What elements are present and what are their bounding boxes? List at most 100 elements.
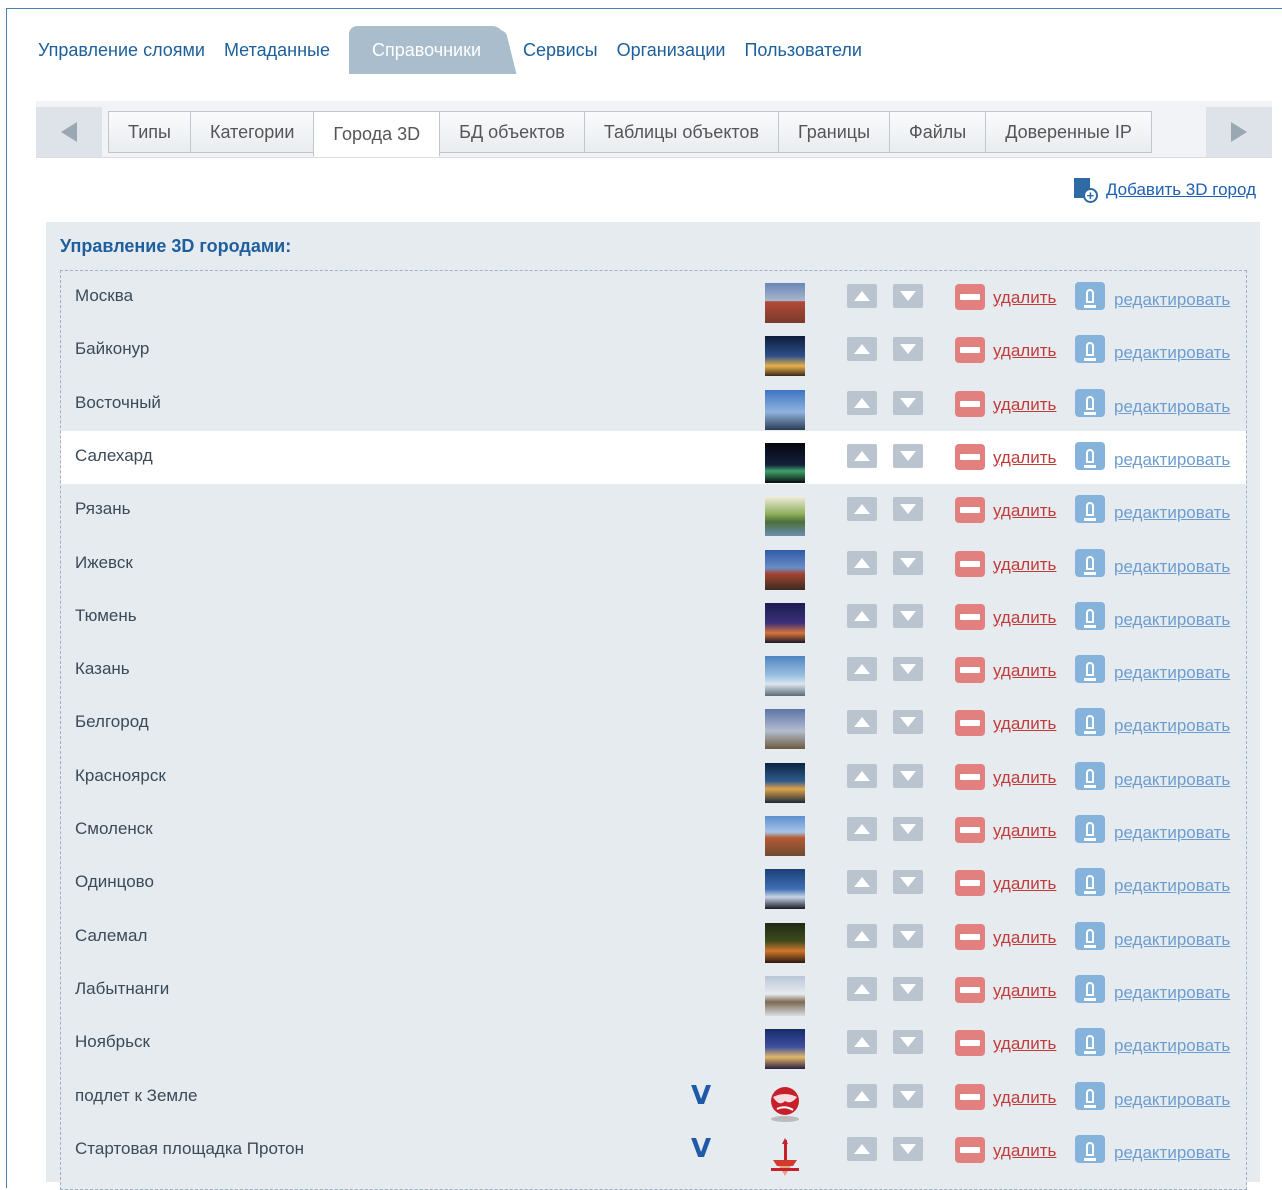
- delete-link[interactable]: удалить: [993, 714, 1056, 734]
- delete-link[interactable]: удалить: [993, 501, 1056, 521]
- edit-pen-icon[interactable]: [1075, 868, 1105, 897]
- delete-icon[interactable]: [955, 337, 985, 364]
- move-up-button[interactable]: [847, 497, 877, 522]
- edit-link[interactable]: редактировать: [1114, 610, 1230, 630]
- edit-pen-icon[interactable]: [1075, 815, 1105, 843]
- delete-icon[interactable]: [955, 657, 985, 684]
- move-up-button[interactable]: [847, 763, 877, 788]
- move-up-button[interactable]: [847, 923, 877, 948]
- edit-pen-icon[interactable]: [1075, 1028, 1105, 1057]
- topnav-item[interactable]: Сервисы: [523, 40, 598, 61]
- delete-link[interactable]: удалить: [993, 768, 1056, 788]
- edit-pen-icon[interactable]: [1075, 282, 1105, 310]
- move-up-button[interactable]: [847, 657, 877, 682]
- delete-link[interactable]: удалить: [993, 608, 1056, 628]
- edit-link[interactable]: редактировать: [1114, 930, 1230, 950]
- move-down-button[interactable]: [893, 817, 923, 841]
- edit-pen-icon[interactable]: [1075, 921, 1105, 950]
- tab[interactable]: Таблицы объектов: [583, 111, 780, 153]
- delete-link[interactable]: удалить: [993, 555, 1056, 575]
- delete-link[interactable]: удалить: [993, 288, 1056, 308]
- edit-link[interactable]: редактировать: [1114, 557, 1230, 577]
- tab[interactable]: Границы: [778, 111, 891, 153]
- delete-icon[interactable]: [955, 284, 985, 310]
- delete-icon[interactable]: [955, 923, 985, 950]
- edit-link[interactable]: редактировать: [1114, 503, 1230, 523]
- edit-link[interactable]: редактировать: [1114, 397, 1230, 417]
- delete-link[interactable]: удалить: [993, 448, 1056, 468]
- edit-link[interactable]: редактировать: [1114, 343, 1230, 363]
- tab[interactable]: Категории: [189, 111, 315, 153]
- delete-icon[interactable]: [955, 1083, 985, 1110]
- add-3d-city-label[interactable]: Добавить 3D город: [1106, 180, 1256, 200]
- move-up-button[interactable]: [847, 390, 877, 415]
- move-up-button[interactable]: [847, 1030, 877, 1055]
- delete-icon[interactable]: [955, 763, 985, 790]
- delete-icon[interactable]: [955, 976, 985, 1003]
- move-up-button[interactable]: [847, 603, 877, 628]
- move-down-button[interactable]: [893, 390, 923, 415]
- move-down-button[interactable]: [893, 603, 923, 628]
- tab[interactable]: Города 3D: [313, 111, 441, 157]
- edit-pen-icon[interactable]: [1075, 1081, 1105, 1110]
- delete-link[interactable]: удалить: [993, 981, 1056, 1001]
- edit-link[interactable]: редактировать: [1114, 770, 1230, 790]
- delete-link[interactable]: удалить: [993, 395, 1056, 415]
- delete-icon[interactable]: [955, 603, 985, 630]
- delete-icon[interactable]: [955, 497, 985, 524]
- edit-link[interactable]: редактировать: [1114, 1090, 1230, 1110]
- move-down-button[interactable]: [893, 657, 923, 682]
- edit-link[interactable]: редактировать: [1114, 663, 1230, 683]
- delete-icon[interactable]: [955, 870, 985, 897]
- tabs-scroll-right-button[interactable]: [1206, 107, 1272, 157]
- tab[interactable]: Доверенные IP: [985, 111, 1152, 153]
- delete-icon[interactable]: [955, 1030, 985, 1057]
- edit-pen-icon[interactable]: [1075, 655, 1105, 684]
- edit-pen-icon[interactable]: [1075, 335, 1105, 364]
- edit-pen-icon[interactable]: [1075, 548, 1105, 577]
- edit-pen-icon[interactable]: [1075, 601, 1105, 630]
- delete-icon[interactable]: [955, 390, 985, 417]
- delete-icon[interactable]: [955, 817, 985, 843]
- move-up-button[interactable]: [847, 550, 877, 575]
- move-down-button[interactable]: [893, 1136, 923, 1161]
- move-down-button[interactable]: [893, 1083, 923, 1108]
- move-up-button[interactable]: [847, 1083, 877, 1108]
- tab[interactable]: Типы: [108, 111, 191, 153]
- move-down-button[interactable]: [893, 337, 923, 362]
- edit-pen-icon[interactable]: [1075, 761, 1105, 790]
- delete-icon[interactable]: [955, 443, 985, 470]
- edit-link[interactable]: редактировать: [1114, 290, 1230, 310]
- move-up-button[interactable]: [847, 1136, 877, 1161]
- edit-pen-icon[interactable]: [1075, 388, 1105, 417]
- edit-link[interactable]: редактировать: [1114, 876, 1230, 896]
- move-up-button[interactable]: [847, 284, 877, 308]
- delete-icon[interactable]: [955, 710, 985, 737]
- delete-link[interactable]: удалить: [993, 1141, 1056, 1161]
- delete-icon[interactable]: [955, 1136, 985, 1163]
- topnav-item[interactable]: Организации: [617, 40, 726, 61]
- edit-pen-icon[interactable]: [1075, 495, 1105, 524]
- move-up-button[interactable]: [847, 710, 877, 735]
- delete-link[interactable]: удалить: [993, 661, 1056, 681]
- delete-link[interactable]: удалить: [993, 821, 1056, 841]
- move-up-button[interactable]: [847, 976, 877, 1001]
- move-up-button[interactable]: [847, 870, 877, 895]
- tab[interactable]: БД объектов: [439, 111, 585, 153]
- delete-link[interactable]: удалить: [993, 341, 1056, 361]
- move-down-button[interactable]: [893, 976, 923, 1001]
- move-up-button[interactable]: [847, 817, 877, 841]
- move-down-button[interactable]: [893, 550, 923, 575]
- move-up-button[interactable]: [847, 443, 877, 468]
- move-down-button[interactable]: [893, 870, 923, 895]
- delete-link[interactable]: удалить: [993, 928, 1056, 948]
- edit-pen-icon[interactable]: [1075, 1134, 1105, 1163]
- edit-pen-icon[interactable]: [1075, 974, 1105, 1003]
- edit-link[interactable]: редактировать: [1114, 983, 1230, 1003]
- tab[interactable]: Файлы: [889, 111, 987, 153]
- edit-link[interactable]: редактировать: [1114, 1143, 1230, 1163]
- edit-link[interactable]: редактировать: [1114, 823, 1230, 843]
- topnav-item[interactable]: Пользователи: [744, 40, 861, 61]
- edit-link[interactable]: редактировать: [1114, 716, 1230, 736]
- move-down-button[interactable]: [893, 763, 923, 788]
